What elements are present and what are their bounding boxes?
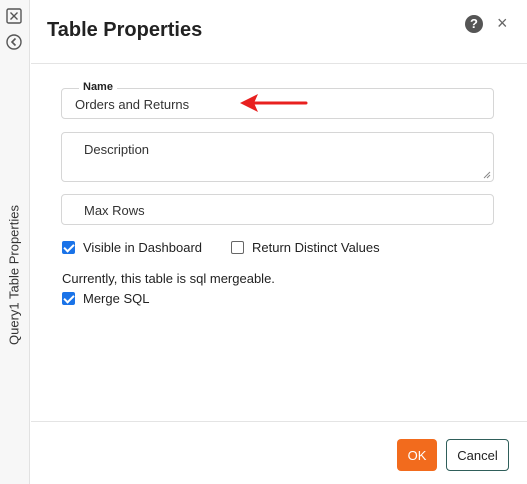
max-rows-placeholder: Max Rows bbox=[84, 203, 145, 218]
rail-title: Query1 Table Properties bbox=[4, 200, 24, 350]
description-placeholder: Description bbox=[84, 142, 150, 157]
merge-sql-checkbox[interactable]: Merge SQL bbox=[62, 291, 149, 306]
close-square-icon[interactable] bbox=[6, 8, 22, 24]
dialog-footer: OK Cancel bbox=[31, 421, 527, 484]
checkbox-unchecked-icon[interactable] bbox=[231, 241, 244, 254]
name-field-value: Orders and Returns bbox=[75, 97, 190, 112]
chevron-left-circle-icon[interactable] bbox=[6, 34, 22, 50]
red-arrow-icon bbox=[240, 94, 308, 112]
merge-sql-label: Merge SQL bbox=[83, 291, 150, 306]
side-rail: Query1 Table Properties bbox=[0, 0, 30, 484]
ok-button[interactable]: OK bbox=[397, 439, 437, 471]
checkbox-checked-icon[interactable] bbox=[62, 292, 75, 305]
help-icon[interactable]: ? bbox=[465, 15, 483, 33]
mergeable-info-text: Currently, this table is sql mergeable. bbox=[62, 271, 275, 286]
resize-grip-icon[interactable] bbox=[483, 171, 491, 179]
checkbox-checked-icon[interactable] bbox=[62, 241, 75, 254]
visible-in-dashboard-checkbox[interactable]: Visible in Dashboard bbox=[62, 240, 202, 255]
visible-in-dashboard-label: Visible in Dashboard bbox=[83, 240, 202, 255]
dialog-header: Table Properties ? × bbox=[31, 0, 527, 64]
description-field[interactable]: Description bbox=[61, 132, 494, 182]
cancel-button[interactable]: Cancel bbox=[446, 439, 509, 471]
dialog-title: Table Properties bbox=[47, 19, 203, 41]
table-properties-dialog: Table Properties ? × Name Orders and Ret… bbox=[31, 0, 527, 484]
return-distinct-label: Return Distinct Values bbox=[252, 240, 380, 255]
name-field-label: Name bbox=[79, 81, 117, 93]
rail-title-label: Query1 Table Properties bbox=[6, 205, 22, 345]
max-rows-field[interactable]: Max Rows bbox=[61, 194, 494, 225]
close-icon[interactable]: × bbox=[497, 13, 508, 33]
return-distinct-checkbox[interactable]: Return Distinct Values bbox=[231, 240, 380, 255]
